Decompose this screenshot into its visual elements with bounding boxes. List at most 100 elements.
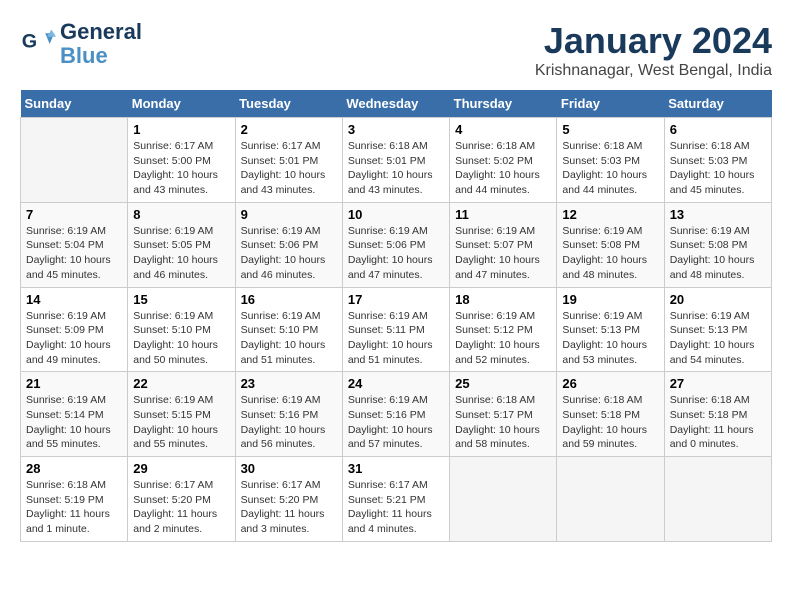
calendar-cell: 8Sunrise: 6:19 AM Sunset: 5:05 PM Daylig… [128, 202, 235, 287]
weekday-header-thursday: Thursday [450, 90, 557, 118]
day-number: 24 [348, 376, 444, 391]
calendar-cell: 7 Sunrise: 6:19 AM Sunset: 5:04 PM Daylig… [21, 202, 128, 287]
day-info: Sunrise: 6:19 AM Sunset: 5:09 PM Dayligh… [26, 309, 122, 368]
day-info: Sunrise: 6:19 AM Sunset: 5:08 PM Dayligh… [562, 224, 658, 283]
day-number: 15 [133, 292, 229, 307]
weekday-header-row: SundayMondayTuesdayWednesdayThursdayFrid… [21, 90, 772, 118]
calendar-cell: 2Sunrise: 6:17 AM Sunset: 5:01 PM Daylig… [235, 118, 342, 203]
day-number: 13 [670, 207, 766, 222]
logo: G General Blue [20, 20, 142, 68]
calendar-week-3: 14 Sunrise: 6:19 AM Sunset: 5:09 PM Dayli… [21, 287, 772, 372]
day-number: 31 [348, 461, 444, 476]
day-info: Sunrise: 6:18 AM Sunset: 5:18 PM Dayligh… [670, 393, 766, 452]
day-number: 26 [562, 376, 658, 391]
calendar-cell: 16 Sunrise: 6:19 AM Sunset: 5:10 PM Dayli… [235, 287, 342, 372]
calendar-cell: 30Sunrise: 6:17 AM Sunset: 5:20 PM Dayli… [235, 457, 342, 542]
calendar-subtitle: Krishnanagar, West Bengal, India [535, 62, 772, 80]
calendar-cell: 28Sunrise: 6:18 AM Sunset: 5:19 PM Dayli… [21, 457, 128, 542]
day-info: Sunrise: 6:19 AM Sunset: 5:04 PM Dayligh… [26, 224, 122, 283]
day-info: Sunrise: 6:19 AM Sunset: 5:11 PM Dayligh… [348, 309, 444, 368]
day-number: 3 [348, 122, 444, 137]
svg-text:G: G [22, 31, 37, 53]
calendar-cell: 15Sunrise: 6:19 AM Sunset: 5:10 PM Dayli… [128, 287, 235, 372]
day-number: 14 [26, 292, 122, 307]
day-info: Sunrise: 6:19 AM Sunset: 5:06 PM Dayligh… [348, 224, 444, 283]
calendar-cell: 29Sunrise: 6:17 AM Sunset: 5:20 PM Dayli… [128, 457, 235, 542]
calendar-cell: 4 Sunrise: 6:18 AM Sunset: 5:02 PM Daylig… [450, 118, 557, 203]
day-number: 21 [26, 376, 122, 391]
weekday-header-tuesday: Tuesday [235, 90, 342, 118]
day-number: 2 [241, 122, 337, 137]
day-number: 27 [670, 376, 766, 391]
day-info: Sunrise: 6:17 AM Sunset: 5:20 PM Dayligh… [133, 478, 229, 537]
logo-line2: Blue [60, 44, 142, 68]
calendar-cell: 14 Sunrise: 6:19 AM Sunset: 5:09 PM Dayli… [21, 287, 128, 372]
day-number: 17 [348, 292, 444, 307]
calendar-week-4: 21 Sunrise: 6:19 AM Sunset: 5:14 PM Dayli… [21, 372, 772, 457]
day-number: 9 [241, 207, 337, 222]
calendar-cell: 19 Sunrise: 6:19 AM Sunset: 5:13 PM Dayli… [557, 287, 664, 372]
logo-icon: G [20, 26, 56, 62]
calendar-cell: 10Sunrise: 6:19 AM Sunset: 5:06 PM Dayli… [342, 202, 449, 287]
calendar-cell: 31 Sunrise: 6:17 AM Sunset: 5:21 PM Dayli… [342, 457, 449, 542]
day-info: Sunrise: 6:17 AM Sunset: 5:00 PM Dayligh… [133, 139, 229, 198]
day-number: 5 [562, 122, 658, 137]
weekday-header-monday: Monday [128, 90, 235, 118]
calendar-cell: 27 Sunrise: 6:18 AM Sunset: 5:18 PM Dayli… [664, 372, 771, 457]
weekday-header-wednesday: Wednesday [342, 90, 449, 118]
day-number: 30 [241, 461, 337, 476]
calendar-week-1: 1 Sunrise: 6:17 AM Sunset: 5:00 PM Daylig… [21, 118, 772, 203]
header: G General Blue January 2024 Krishnanagar… [20, 20, 772, 80]
day-info: Sunrise: 6:19 AM Sunset: 5:07 PM Dayligh… [455, 224, 551, 283]
title-block: January 2024 Krishnanagar, West Bengal, … [535, 20, 772, 80]
calendar-title: January 2024 [535, 20, 772, 62]
day-info: Sunrise: 6:19 AM Sunset: 5:12 PM Dayligh… [455, 309, 551, 368]
day-number: 16 [241, 292, 337, 307]
day-info: Sunrise: 6:19 AM Sunset: 5:10 PM Dayligh… [241, 309, 337, 368]
day-info: Sunrise: 6:18 AM Sunset: 5:03 PM Dayligh… [670, 139, 766, 198]
day-number: 6 [670, 122, 766, 137]
calendar-cell: 26 Sunrise: 6:18 AM Sunset: 5:18 PM Dayli… [557, 372, 664, 457]
calendar-table: SundayMondayTuesdayWednesdayThursdayFrid… [20, 90, 772, 542]
day-info: Sunrise: 6:18 AM Sunset: 5:02 PM Dayligh… [455, 139, 551, 198]
calendar-cell [557, 457, 664, 542]
calendar-cell: 12 Sunrise: 6:19 AM Sunset: 5:08 PM Dayli… [557, 202, 664, 287]
day-info: Sunrise: 6:19 AM Sunset: 5:06 PM Dayligh… [241, 224, 337, 283]
day-number: 7 [26, 207, 122, 222]
day-number: 18 [455, 292, 551, 307]
day-info: Sunrise: 6:18 AM Sunset: 5:03 PM Dayligh… [562, 139, 658, 198]
day-info: Sunrise: 6:19 AM Sunset: 5:13 PM Dayligh… [670, 309, 766, 368]
day-number: 1 [133, 122, 229, 137]
calendar-cell: 6 Sunrise: 6:18 AM Sunset: 5:03 PM Daylig… [664, 118, 771, 203]
day-info: Sunrise: 6:18 AM Sunset: 5:01 PM Dayligh… [348, 139, 444, 198]
calendar-cell: 25Sunrise: 6:18 AM Sunset: 5:17 PM Dayli… [450, 372, 557, 457]
calendar-cell: 22Sunrise: 6:19 AM Sunset: 5:15 PM Dayli… [128, 372, 235, 457]
day-info: Sunrise: 6:18 AM Sunset: 5:18 PM Dayligh… [562, 393, 658, 452]
day-number: 20 [670, 292, 766, 307]
day-info: Sunrise: 6:19 AM Sunset: 5:13 PM Dayligh… [562, 309, 658, 368]
calendar-cell: 11 Sunrise: 6:19 AM Sunset: 5:07 PM Dayli… [450, 202, 557, 287]
day-number: 12 [562, 207, 658, 222]
calendar-body: 1 Sunrise: 6:17 AM Sunset: 5:00 PM Daylig… [21, 118, 772, 542]
calendar-cell: 20 Sunrise: 6:19 AM Sunset: 5:13 PM Dayli… [664, 287, 771, 372]
day-info: Sunrise: 6:19 AM Sunset: 5:15 PM Dayligh… [133, 393, 229, 452]
calendar-cell: 5 Sunrise: 6:18 AM Sunset: 5:03 PM Daylig… [557, 118, 664, 203]
calendar-week-5: 28Sunrise: 6:18 AM Sunset: 5:19 PM Dayli… [21, 457, 772, 542]
calendar-cell: 17 Sunrise: 6:19 AM Sunset: 5:11 PM Dayli… [342, 287, 449, 372]
calendar-cell: 18 Sunrise: 6:19 AM Sunset: 5:12 PM Dayli… [450, 287, 557, 372]
day-number: 25 [455, 376, 551, 391]
day-number: 19 [562, 292, 658, 307]
calendar-cell: 24Sunrise: 6:19 AM Sunset: 5:16 PM Dayli… [342, 372, 449, 457]
calendar-cell: 13Sunrise: 6:19 AM Sunset: 5:08 PM Dayli… [664, 202, 771, 287]
day-number: 11 [455, 207, 551, 222]
day-number: 28 [26, 461, 122, 476]
logo-line1: General [60, 20, 142, 44]
day-info: Sunrise: 6:17 AM Sunset: 5:21 PM Dayligh… [348, 478, 444, 537]
day-info: Sunrise: 6:19 AM Sunset: 5:16 PM Dayligh… [241, 393, 337, 452]
weekday-header-friday: Friday [557, 90, 664, 118]
day-number: 23 [241, 376, 337, 391]
calendar-cell: 23 Sunrise: 6:19 AM Sunset: 5:16 PM Dayli… [235, 372, 342, 457]
day-number: 4 [455, 122, 551, 137]
day-info: Sunrise: 6:19 AM Sunset: 5:14 PM Dayligh… [26, 393, 122, 452]
calendar-cell: 3 Sunrise: 6:18 AM Sunset: 5:01 PM Daylig… [342, 118, 449, 203]
